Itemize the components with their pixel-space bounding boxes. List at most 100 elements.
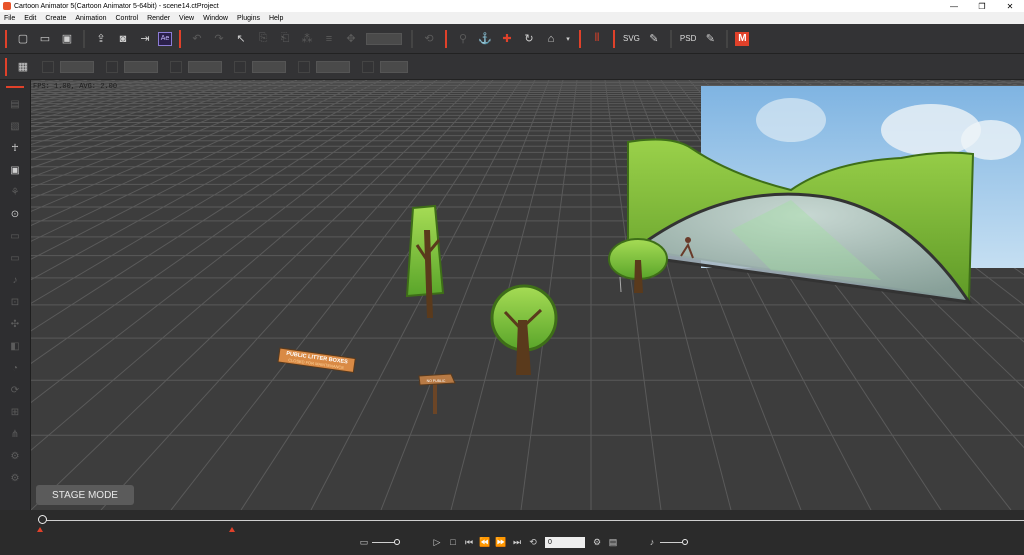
position-y-field[interactable] [124,60,158,73]
first-frame-icon[interactable]: ⏮ [462,536,476,548]
volume-slider[interactable] [660,539,688,545]
after-effects-button[interactable]: Ae [158,31,172,46]
toolbar-separator [613,29,615,48]
menu-help[interactable]: Help [269,15,283,22]
menu-view[interactable]: View [179,15,194,22]
menu-edit[interactable]: Edit [24,15,36,22]
filmstrip-icon[interactable]: ▤ [606,536,620,548]
search-icon[interactable]: ⊙ [8,207,22,221]
menu-animation[interactable]: Animation [75,15,106,22]
group-icon[interactable]: ⁂ [298,30,316,48]
loop-icon[interactable]: ⟲ [526,536,540,548]
paste-icon[interactable]: ⎗ [276,30,294,48]
psd-edit-icon[interactable]: ✎ [701,30,719,48]
bone-tool-icon[interactable]: ⋔ [8,427,22,441]
post-sign-text: NO PUBLIC [427,379,446,383]
flip-icon[interactable]: ✥ [342,30,360,48]
stage-tool-icon[interactable]: ▤ [8,97,22,111]
range-end-marker[interactable] [229,527,235,532]
camera-tool-icon[interactable]: ▭ [8,229,22,243]
frame-input[interactable]: 0 [545,536,585,548]
menu-file[interactable]: File [4,15,15,22]
range-start-marker[interactable] [37,527,43,532]
open-folder-icon[interactable]: ▭ [36,30,54,48]
prev-key-icon[interactable]: ⏪ [478,536,492,548]
preview-icon[interactable]: ◙ [114,30,132,48]
bone-icon[interactable]: ⚲ [454,30,472,48]
speed-slider[interactable] [372,539,400,545]
camera-icon[interactable]: ⦀ [588,30,606,48]
settings-icon[interactable]: ⚙ [8,449,22,463]
menu-create[interactable]: Create [45,15,66,22]
save-icon[interactable]: ▣ [58,30,76,48]
grid-snap-icon[interactable]: ▦ [14,58,32,76]
toolbar-separator [579,29,581,48]
opacity-icon [362,60,374,73]
position-z-field[interactable] [188,60,222,73]
timeline-scrub-track[interactable] [40,520,1024,521]
next-key-icon[interactable]: ⏩ [494,536,508,548]
music-note-icon[interactable]: ♪ [645,536,659,548]
menu-render[interactable]: Render [147,15,170,22]
opacity-field[interactable] [366,32,402,45]
chevron-down-icon[interactable]: ▾ [564,30,572,48]
link-icon[interactable]: ⟲ [420,30,438,48]
toolbar-separator [5,29,7,48]
audio-icon[interactable]: ▭ [357,536,371,548]
position-x-icon [42,60,54,73]
character-icon[interactable]: ☥ [8,141,22,155]
gear-icon[interactable]: ⚙ [8,471,22,485]
anchor-icon[interactable]: ⚓ [476,30,494,48]
round-tree [490,284,558,375]
scene-icon[interactable]: ▣ [8,163,22,177]
sound-icon[interactable]: ♪ [8,273,22,287]
mask-icon[interactable]: ◧ [8,339,22,353]
rotation-field[interactable] [252,60,286,73]
post-sign: NO PUBLIC [418,373,456,414]
marketplace-button[interactable]: M [735,31,750,46]
layer-tool-icon[interactable]: ▧ [8,119,22,133]
svg-label: SVG [623,34,640,43]
sprite-icon[interactable]: ◔ [8,361,22,375]
select-icon[interactable]: ↖ [232,30,250,48]
minimize-button[interactable]: — [940,0,968,12]
toolbar-separator [411,29,413,48]
menu-window[interactable]: Window [203,15,228,22]
copy-icon[interactable]: ⎘ [254,30,272,48]
layer-field[interactable] [380,60,408,73]
light-icon[interactable]: ▭ [8,251,22,265]
rotate-icon[interactable]: ↻ [520,30,538,48]
play-icon[interactable]: ▷ [430,536,444,548]
timeline-playhead[interactable] [38,515,47,524]
settings-gear-icon[interactable]: ⚙ [590,536,604,548]
align-icon[interactable]: ≡ [320,30,338,48]
stage-mode-badge[interactable]: STAGE MODE [36,485,134,505]
home-icon[interactable]: ⌂ [542,30,560,48]
deform-icon[interactable]: ⊞ [8,405,22,419]
export-icon[interactable]: ⇪ [92,30,110,48]
redo-icon[interactable]: ↷ [210,30,228,48]
last-frame-icon[interactable]: ⏭ [510,536,524,548]
menu-plugins[interactable]: Plugins [237,15,260,22]
new-file-icon[interactable]: ▢ [14,30,32,48]
menu-control[interactable]: Control [116,15,139,22]
stage-viewport[interactable]: PUBLIC LITTER BOXES CLOSED FOR MAINTENAN… [31,80,1024,510]
timeline-icon[interactable]: ⊡ [8,295,22,309]
maximize-button[interactable]: ❐ [968,0,996,12]
rotation-icon [234,60,246,73]
stop-icon[interactable]: □ [446,536,460,548]
undo-icon[interactable]: ↶ [188,30,206,48]
close-button[interactable]: ✕ [996,0,1024,12]
position-x-field[interactable] [60,60,94,73]
move-icon[interactable]: ✚ [498,30,516,48]
morph-icon[interactable]: ⟳ [8,383,22,397]
effect-icon[interactable]: ✣ [8,317,22,331]
tall-tree [405,204,445,318]
scale-field[interactable] [316,60,350,73]
window-controls: — ❐ ✕ [940,0,1024,12]
motion-icon[interactable]: ⚘ [8,185,22,199]
toolbar-separator [83,29,85,48]
render-icon[interactable]: ⇥ [136,30,154,48]
svg-edit-icon[interactable]: ✎ [645,30,663,48]
transform-toolbar: ▦ [0,54,1024,80]
